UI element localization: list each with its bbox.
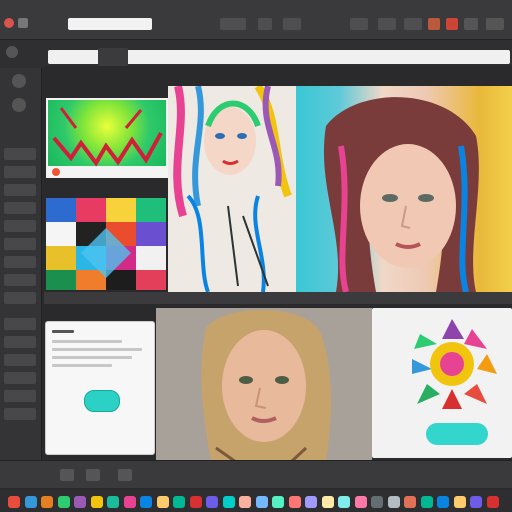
sidebar-item[interactable] — [4, 372, 36, 384]
image-thumb-green-abstract[interactable] — [46, 98, 168, 178]
toolbar-button[interactable] — [220, 18, 246, 30]
status-icon[interactable] — [86, 469, 100, 481]
top-menu-bar — [0, 0, 512, 40]
sidebar-item[interactable] — [4, 274, 36, 286]
toolbar-button[interactable] — [464, 18, 478, 30]
taskbar-app-icon[interactable] — [420, 496, 433, 508]
sidebar-item[interactable] — [4, 256, 36, 268]
taskbar-app-icon[interactable] — [156, 496, 169, 508]
taskbar-app-icon[interactable] — [123, 496, 136, 508]
dialog-text-line — [52, 348, 142, 351]
dialog-text-line — [52, 356, 132, 359]
toolbar-button[interactable] — [446, 18, 458, 30]
taskbar-app-icon[interactable] — [338, 496, 350, 508]
dialog-confirm-button[interactable] — [84, 390, 120, 412]
taskbar-app-icon[interactable] — [437, 496, 449, 508]
toolbar-button[interactable] — [258, 18, 272, 30]
toolbar-button[interactable] — [404, 18, 422, 30]
taskbar-app-icon[interactable] — [321, 496, 334, 508]
status-icon[interactable] — [60, 469, 74, 481]
dialog-text-line — [52, 340, 122, 343]
action-card — [372, 308, 512, 458]
sidebar-item[interactable] — [4, 292, 36, 304]
status-icon[interactable] — [118, 469, 132, 481]
toolbar-button[interactable] — [378, 18, 396, 30]
image-thumb-portrait-colorful-hair[interactable] — [296, 86, 512, 292]
taskbar-app-icon[interactable] — [8, 496, 20, 508]
taskbar-app-icon[interactable] — [24, 496, 37, 508]
dialog-title-line — [52, 330, 74, 333]
sidebar-item[interactable] — [4, 408, 36, 420]
image-portrait-blonde[interactable] — [156, 308, 372, 462]
taskbar-app-icon[interactable] — [305, 496, 317, 508]
app-switch-icon[interactable] — [18, 18, 28, 28]
taskbar-app-icon[interactable] — [486, 496, 499, 508]
taskbar-app-icon[interactable] — [189, 496, 202, 508]
taskbar-app-icon[interactable] — [453, 496, 466, 508]
sidebar-icon[interactable] — [12, 74, 26, 88]
sidebar-item[interactable] — [4, 336, 36, 348]
dialog-card — [46, 322, 154, 454]
app-logo-icon[interactable] — [4, 18, 14, 28]
taskbar-app-icon[interactable] — [404, 496, 416, 508]
dialog-text-line — [52, 364, 112, 367]
sidebar-item[interactable] — [4, 354, 36, 366]
taskbar-app-icon[interactable] — [107, 496, 119, 508]
taskbar-app-icon[interactable] — [74, 496, 86, 508]
taskbar-app-icon[interactable] — [90, 496, 103, 508]
image-thumb-geometric[interactable] — [46, 198, 166, 290]
taskbar-app-icon[interactable] — [354, 496, 367, 508]
taskbar-app-icon[interactable] — [272, 496, 284, 508]
image-thumb-sketch-portrait[interactable] — [168, 86, 296, 292]
taskbar-app-icon[interactable] — [255, 496, 268, 508]
taskbar-app-icon[interactable] — [140, 496, 152, 508]
sidebar-item[interactable] — [4, 202, 36, 214]
taskbar-app-icon[interactable] — [371, 496, 383, 508]
sidebar-item[interactable] — [4, 318, 36, 330]
sidebar-item[interactable] — [4, 148, 36, 160]
status-bar — [0, 460, 512, 488]
taskbar-app-icon[interactable] — [57, 496, 70, 508]
left-sidebar — [0, 68, 42, 460]
back-icon[interactable] — [6, 46, 18, 58]
toolbar-button[interactable] — [486, 18, 504, 30]
taskbar-app-icon[interactable] — [173, 496, 185, 508]
sidebar-item[interactable] — [4, 166, 36, 178]
sidebar-icon[interactable] — [12, 98, 26, 112]
taskbar-app-icon[interactable] — [387, 496, 400, 508]
taskbar-app-icon[interactable] — [222, 496, 235, 508]
taskbar-app-icon[interactable] — [239, 496, 251, 508]
toolbar-button[interactable] — [350, 18, 368, 30]
taskbar-app-icon[interactable] — [41, 496, 53, 508]
toolbar-button[interactable] — [428, 18, 440, 30]
sidebar-item[interactable] — [4, 238, 36, 250]
taskbar-app-icon[interactable] — [288, 496, 301, 508]
action-button[interactable] — [426, 423, 488, 445]
taskbar-app-icon[interactable] — [470, 496, 482, 508]
toolbar-button[interactable] — [283, 18, 301, 30]
sidebar-item[interactable] — [4, 220, 36, 232]
gallery-toolbar — [44, 292, 512, 304]
sidebar-item[interactable] — [4, 184, 36, 196]
tab-active[interactable] — [98, 48, 128, 66]
search-box[interactable] — [68, 18, 152, 30]
taskbar-app-icon[interactable] — [206, 496, 218, 508]
sidebar-item[interactable] — [4, 390, 36, 402]
